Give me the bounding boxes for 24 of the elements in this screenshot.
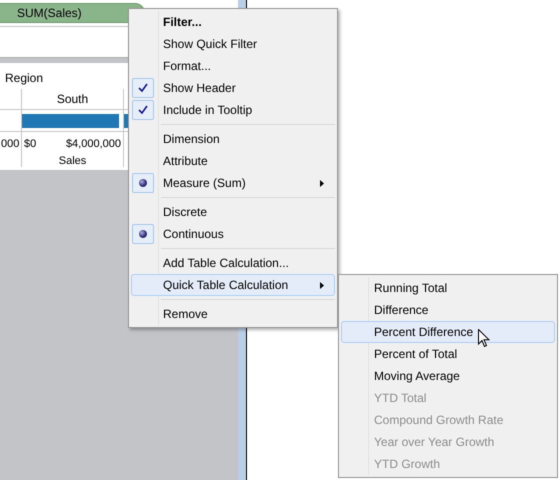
axis-label: $4,000,000: [66, 137, 121, 152]
menu-item[interactable]: Show Quick Filter: [131, 33, 335, 55]
axis-label: $0: [24, 137, 36, 152]
menu-item[interactable]: Format...: [131, 55, 335, 77]
menu-item[interactable]: Moving Average: [341, 365, 555, 387]
column-header: South: [56, 91, 88, 108]
menu-item[interactable]: Add Table Calculation...: [131, 252, 335, 274]
menu-item[interactable]: Quick Table Calculation: [131, 274, 335, 296]
axis-label: 000: [1, 137, 20, 152]
menu-item[interactable]: Difference: [341, 299, 555, 321]
menu-item[interactable]: Remove: [131, 303, 335, 325]
menu-item[interactable]: Dimension: [131, 128, 335, 150]
menu-item[interactable]: Include in Tooltip: [131, 99, 335, 121]
mouse-cursor-icon: [478, 329, 490, 348]
menu-item[interactable]: Continuous: [131, 223, 335, 245]
field-pill[interactable]: SUM(Sales): [0, 3, 145, 23]
menu-item[interactable]: Measure (Sum): [131, 172, 335, 194]
axis-title: Sales: [58, 154, 86, 168]
menu-item[interactable]: Discrete: [131, 201, 335, 223]
menu-item[interactable]: Running Total: [341, 277, 555, 299]
menu-item[interactable]: Percent of Total: [341, 343, 555, 365]
menu-item[interactable]: Show Header: [131, 77, 335, 99]
dimension-label: Region: [5, 70, 44, 87]
menu-item[interactable]: Attribute: [131, 150, 335, 172]
